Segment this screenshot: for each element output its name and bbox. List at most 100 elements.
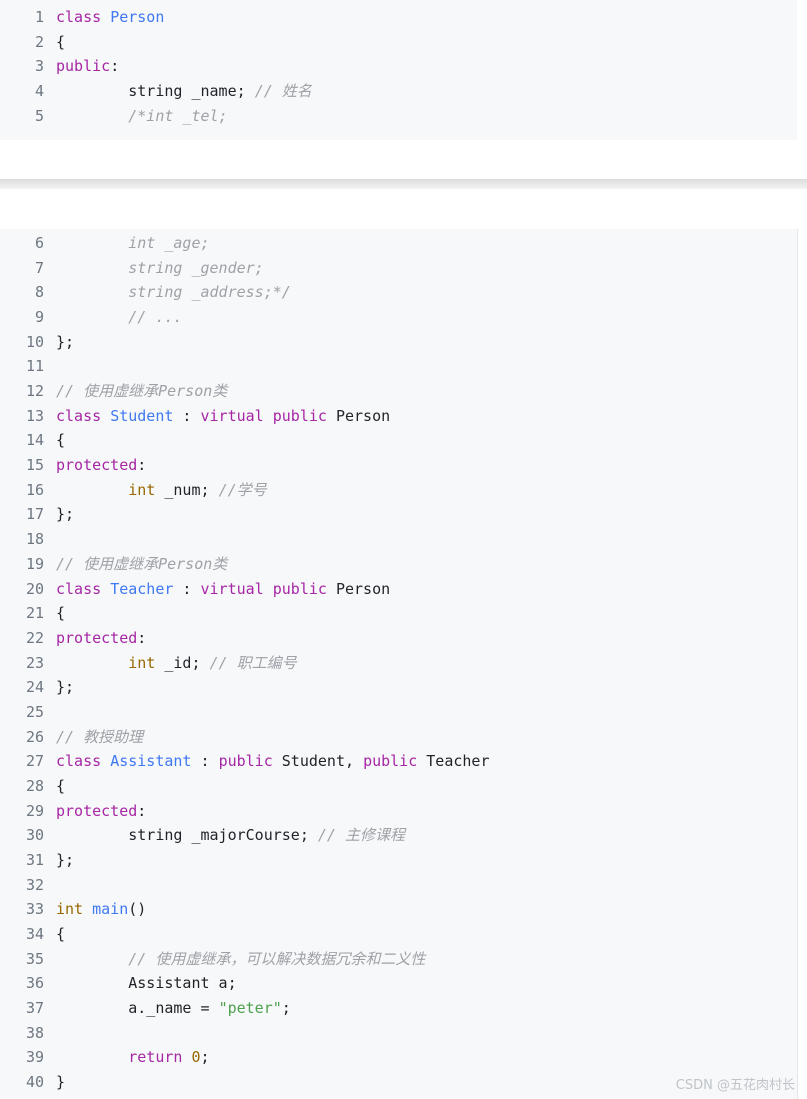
code-token: // 主修课程 bbox=[317, 826, 405, 845]
code-text: // 教授助理 bbox=[56, 725, 143, 750]
code-text: int main() bbox=[56, 897, 146, 922]
code-token: class bbox=[56, 8, 102, 26]
code-line: 9 // ... bbox=[0, 305, 797, 330]
code-token: ; bbox=[281, 999, 291, 1018]
code-text: protected: bbox=[56, 453, 146, 478]
code-token: Person bbox=[326, 579, 391, 598]
line-number: 31 bbox=[25, 851, 44, 869]
code-token: { bbox=[56, 32, 66, 51]
code-text: protected: bbox=[56, 799, 146, 824]
code-text: } bbox=[56, 1070, 65, 1095]
code-text: Assistant a; bbox=[56, 971, 237, 996]
code-token: 0 bbox=[191, 1048, 201, 1067]
code-line: 28 { bbox=[0, 774, 797, 799]
code-token: { bbox=[56, 776, 66, 795]
code-text: { bbox=[56, 30, 65, 55]
code-token: public bbox=[218, 752, 273, 771]
code-line: 23 int _id; // 职工编号 bbox=[0, 651, 797, 676]
code-line: 18 bbox=[0, 527, 797, 552]
code-line: 13 class Student : virtual public Person bbox=[0, 404, 797, 429]
code-token: return bbox=[128, 1048, 183, 1067]
code-token: ; bbox=[200, 1048, 210, 1067]
code-token: // 使用虚继承Person类 bbox=[56, 382, 228, 401]
code-text: int _id; // 职工编号 bbox=[56, 651, 297, 676]
code-token: : bbox=[137, 801, 147, 820]
code-token: }; bbox=[56, 851, 75, 869]
line-number: 1 bbox=[34, 8, 44, 26]
code-token: : bbox=[137, 628, 147, 647]
line-number: 28 bbox=[25, 776, 44, 795]
code-block-top: 1 class Person 2{3 public: 4 string _name; /… bbox=[0, 0, 797, 140]
code-token: _num; bbox=[155, 480, 219, 499]
code-token: string _majorCourse; bbox=[56, 826, 318, 845]
code-token: main bbox=[92, 900, 129, 919]
code-token: string _address;*/ bbox=[56, 283, 291, 302]
line-number: 3 bbox=[34, 57, 44, 76]
code-line: 2{ bbox=[0, 30, 797, 55]
code-token: Person bbox=[326, 406, 391, 425]
watermark: CSDN @五花肉村长 bbox=[675, 1078, 795, 1093]
code-token: protected bbox=[56, 456, 138, 475]
code-token: : bbox=[137, 456, 147, 475]
code-line: 7 string _gender; bbox=[0, 256, 797, 281]
code-line: 36 Assistant a; bbox=[0, 971, 797, 996]
line-number: 38 bbox=[25, 1023, 44, 1042]
code-text: { bbox=[56, 428, 65, 453]
code-token: int _age; bbox=[56, 234, 210, 252]
code-token: public bbox=[272, 406, 327, 425]
code-token: int bbox=[56, 900, 84, 919]
code-text: // 使用虚继承Person类 bbox=[56, 379, 227, 404]
code-token: class bbox=[56, 579, 102, 598]
code-line: 11 bbox=[0, 354, 797, 379]
code-text: // ... bbox=[56, 305, 182, 330]
code-text: }; bbox=[56, 330, 74, 355]
code-line: 35 // 使用虚继承，可以解决数据冗余和二义性 bbox=[0, 947, 797, 972]
code-line: 17}; bbox=[0, 502, 797, 527]
code-token: // ... bbox=[56, 308, 183, 327]
line-number: 33 bbox=[25, 900, 44, 919]
code-text: }; bbox=[56, 502, 74, 527]
code-line: 25 bbox=[0, 700, 797, 725]
code-token: Assistant bbox=[110, 752, 192, 771]
code-text: class Teacher : virtual public Person bbox=[56, 577, 390, 602]
line-number: 10 bbox=[25, 332, 44, 351]
code-token: Assistant a; bbox=[56, 974, 237, 993]
code-line: 39 return 0; bbox=[0, 1045, 797, 1070]
line-number: 32 bbox=[25, 875, 44, 894]
line-number: 7 bbox=[34, 258, 44, 277]
line-number: 37 bbox=[25, 999, 44, 1018]
code-token: public bbox=[272, 579, 327, 598]
code-token: //学号 bbox=[218, 480, 267, 499]
line-number: 12 bbox=[25, 382, 44, 401]
code-token: // 使用虚继承Person类 bbox=[56, 554, 228, 573]
code-line: 37 a._name = "peter"; bbox=[0, 996, 797, 1021]
code-token: () bbox=[128, 900, 147, 919]
code-line: 29 protected: bbox=[0, 799, 797, 824]
line-number: 4 bbox=[34, 82, 44, 101]
line-number: 20 bbox=[25, 579, 44, 598]
code-line: 16 int _num; //学号 bbox=[0, 478, 797, 503]
line-number: 35 bbox=[25, 949, 44, 968]
code-token: }; bbox=[56, 505, 75, 524]
line-number: 2 bbox=[34, 32, 44, 51]
code-token: Student bbox=[110, 406, 174, 425]
code-text: string _name; // 姓名 bbox=[56, 79, 312, 104]
code-token: public bbox=[56, 57, 111, 76]
code-line: 30 string _majorCourse; // 主修课程 bbox=[0, 823, 797, 848]
code-line: 14 { bbox=[0, 428, 797, 453]
code-token: { bbox=[56, 925, 66, 944]
code-token: } bbox=[56, 1073, 66, 1092]
code-token: }; bbox=[56, 678, 75, 697]
code-text: int _num; //学号 bbox=[56, 478, 267, 503]
code-line: 5 /*int _tel; bbox=[0, 104, 797, 129]
code-token: { bbox=[56, 431, 66, 450]
code-text: string _majorCourse; // 主修课程 bbox=[56, 823, 405, 848]
code-text: class Person bbox=[56, 5, 164, 30]
scrollbar-track[interactable] bbox=[797, 229, 807, 1099]
code-token: // 职工编号 bbox=[209, 653, 297, 672]
line-number: 18 bbox=[25, 530, 44, 549]
line-number: 21 bbox=[25, 604, 44, 623]
